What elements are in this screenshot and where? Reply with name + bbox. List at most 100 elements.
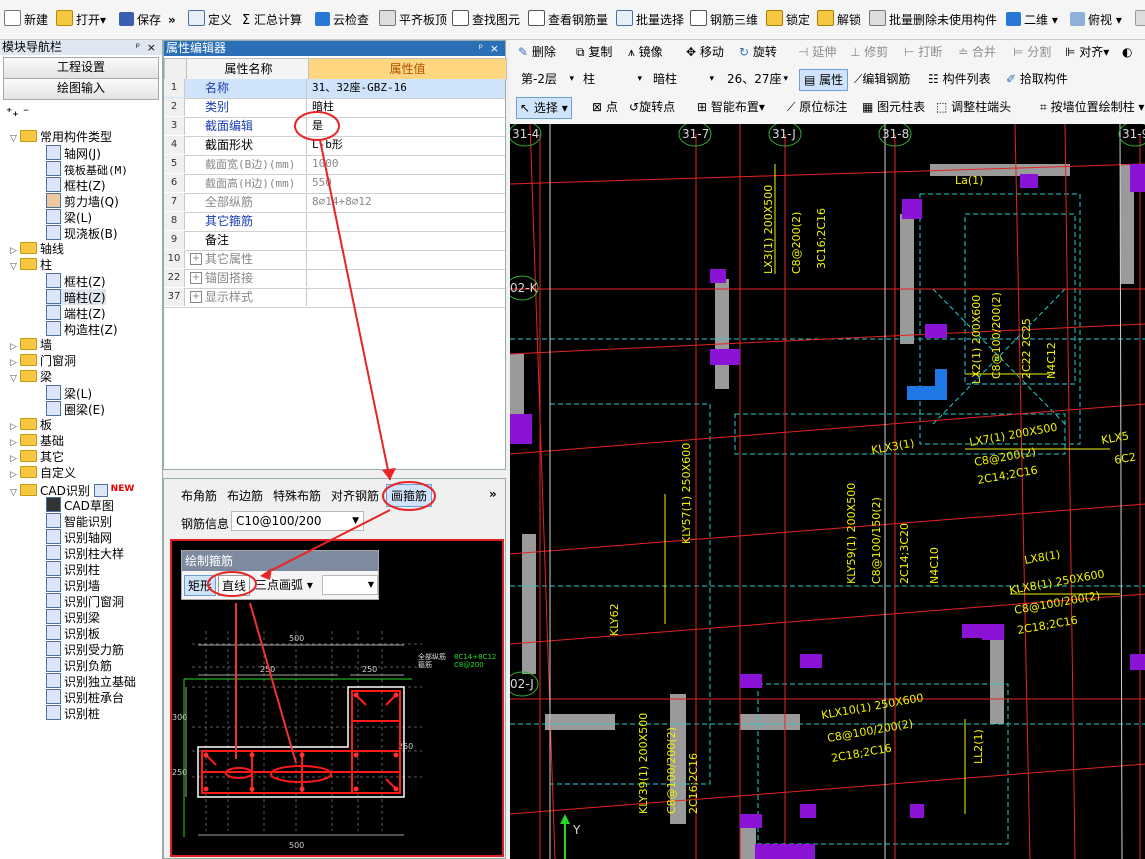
edit-rebar-button[interactable]: ⟋编辑钢筋 (854, 69, 910, 89)
property-row[interactable]: 8 其它箍筋 (164, 212, 505, 232)
tree-group-axis[interactable]: ▷ 轴线 (10, 241, 64, 257)
break-button[interactable]: ⊢ 打断 (904, 42, 942, 62)
copy-button[interactable]: ⧉ 复制 (576, 42, 612, 62)
tree-item-slab[interactable]: 现浇板(B) (46, 225, 118, 241)
rotate-button[interactable]: ↻ 旋转 (739, 42, 777, 62)
property-value[interactable]: 8⌀14+8⌀12 (310, 193, 505, 211)
select-dropdown[interactable]: ↖ 选择 ▾ (516, 97, 572, 119)
member-list-button[interactable]: ☷ 构件列表 (928, 69, 991, 89)
property-row[interactable]: 7 全部纵筋 8⌀14+8⌀12 (164, 193, 505, 213)
property-row[interactable]: 4 截面形状 L-b形 (164, 136, 505, 156)
align-dropdown[interactable]: ⊫ 对齐▾ (1065, 42, 1109, 62)
cloud-check-button[interactable]: 云检查 (315, 9, 369, 31)
tree-item-frame-col[interactable]: 框柱(Z) (46, 177, 106, 193)
tree-item-recog-pile[interactable]: 识别桩 (46, 705, 100, 721)
unlock-button[interactable]: 解锁 (817, 9, 861, 31)
adjust-col-end-button[interactable]: ⬚ 调整柱端头 (936, 97, 1011, 117)
tree-item-beam[interactable]: 梁(L) (46, 209, 92, 225)
tree-item-recog-neg-rebar[interactable]: 识别负筋 (46, 657, 112, 673)
smart-layout-dropdown[interactable]: ⊞ 智能布置▾ (697, 97, 765, 117)
tree-item-axis-grid[interactable]: 轴网(J) (46, 145, 101, 161)
property-value[interactable]: 31、32座-GBZ-16 (310, 79, 505, 97)
batch-select-button[interactable]: 批量选择 (616, 9, 684, 31)
property-row[interactable]: 10 + 其它属性 (164, 250, 505, 270)
trim-button[interactable]: ⊥ 修剪 (850, 42, 888, 62)
drawing-input-button[interactable]: 绘图输入 (3, 78, 159, 100)
lock-button[interactable]: 锁定 (766, 9, 810, 31)
tree-group-common[interactable]: ▽ 常用构件类型 (10, 129, 112, 145)
view-2d-dropdown[interactable]: 二维 ▾ (1006, 9, 1058, 31)
tree-expand-collapse-icons[interactable]: ⁺₊ ⁻ (6, 104, 29, 120)
tree-group-door-window[interactable]: ▷ 门窗洞 (10, 353, 76, 369)
property-value[interactable] (310, 288, 505, 306)
toolbar-overflow[interactable]: » (168, 9, 176, 31)
origin-mark-button[interactable]: ⟋ 原位标注 (787, 97, 847, 117)
member-type-select[interactable]: 柱 ▾ (578, 69, 646, 89)
define-button[interactable]: 定义 (188, 9, 232, 31)
property-row[interactable]: 22 + 锚固搭接 (164, 269, 505, 289)
tab-draw-stirrup[interactable]: 画箍筋 (386, 484, 433, 507)
tree-item-recog-slab[interactable]: 识别板 (46, 625, 100, 641)
flat-top-button[interactable]: 平齐板顶 (379, 9, 447, 31)
tree-group-other[interactable]: ▷ 其它 (10, 449, 64, 465)
property-value[interactable]: 是 (310, 117, 505, 135)
pin-icon[interactable]: ᵖ (136, 40, 140, 55)
tree-item-recog-beam[interactable]: 识别梁 (46, 609, 100, 625)
property-row[interactable]: 1 名称 31、32座-GBZ-16 (164, 79, 505, 99)
member-subtype-select[interactable]: 暗柱 ▾ (648, 69, 718, 89)
tree-item-recog-pile-cap[interactable]: 识别桩承台 (46, 689, 124, 705)
property-value[interactable]: 550 (310, 174, 505, 192)
member-select[interactable]: 26、27座 ▾ (722, 69, 792, 89)
stirrup-option-select[interactable]: ▼ (322, 575, 378, 595)
property-value[interactable]: L-b形 (310, 136, 505, 154)
tabs-overflow[interactable]: » (489, 487, 497, 501)
tree-item-recog-stress-rebar[interactable]: 识别受力筋 (46, 641, 124, 657)
property-value[interactable]: 1000 (310, 155, 505, 173)
tree-group-beam[interactable]: ▽ 梁 (10, 369, 52, 385)
extend-button[interactable]: ⊣ 延伸 (798, 42, 836, 62)
property-row[interactable]: 2 类别 暗柱 (164, 98, 505, 118)
open-button[interactable]: 打开▾ (56, 9, 106, 31)
tree-group-slab[interactable]: ▷ 板 (10, 417, 52, 433)
property-value[interactable] (310, 269, 505, 287)
tree-item-recog-isolated[interactable]: 识别独立基础 (46, 673, 136, 689)
close-icon[interactable]: × (147, 40, 156, 55)
tree-item-col-struct[interactable]: 构造柱(Z) (46, 321, 118, 337)
stirrup-line-button[interactable]: 直线 (218, 575, 251, 596)
property-value[interactable] (310, 212, 505, 230)
expand-icon[interactable]: + (190, 272, 202, 284)
tab-corner-rebar[interactable]: 布角筋 (181, 487, 217, 504)
element-table-button[interactable]: ▦ 图元柱表 (862, 97, 925, 117)
pin-icon[interactable]: ᵖ (479, 41, 483, 56)
property-row[interactable]: 9 备注 (164, 231, 505, 251)
extra-tool-icon[interactable]: ◐ (1122, 42, 1132, 62)
property-row[interactable]: 37 + 显示样式 (164, 288, 505, 308)
property-value[interactable] (310, 250, 505, 268)
tree-item-recog-col-detail[interactable]: 识别柱大样 (46, 545, 124, 561)
stirrup-drawing-canvas[interactable]: 500 250 250 300 250 500 250 全部纵筋 箍筋 8C14… (170, 539, 504, 857)
tab-special-rebar[interactable]: 特殊布筋 (273, 487, 321, 504)
project-settings-button[interactable]: 工程设置 (3, 57, 159, 79)
mirror-button[interactable]: ⩚ 镜像 (628, 42, 663, 62)
property-row[interactable]: 3 截面编辑是 (164, 117, 505, 137)
stirrup-arc-button[interactable]: 三点画弧 ▾ (255, 576, 313, 593)
rotate-point-button[interactable]: ↺旋转点 (629, 97, 675, 117)
point-button[interactable]: ⊠ 点 (592, 97, 618, 117)
stirrup-rect-button[interactable]: 矩形 (184, 575, 217, 596)
draw-by-wall-button[interactable]: ⌗ 按墙位置绘制柱 ▾ (1040, 97, 1144, 117)
property-row[interactable]: 6 截面高(H边)(mm) 550 (164, 174, 505, 194)
tree-item-raft[interactable]: 筏板基础(M) (46, 161, 128, 177)
property-row[interactable]: 5 截面宽(B边)(mm) 1000 (164, 155, 505, 175)
tree-item-recog-door[interactable]: 识别门窗洞 (46, 593, 124, 609)
new-button[interactable]: 新建 (4, 9, 48, 31)
close-icon[interactable]: × (490, 41, 499, 56)
pick-member-button[interactable]: ✐ 拾取构件 (1006, 69, 1068, 89)
merge-button[interactable]: ≐ 合并 (958, 42, 996, 62)
toolbar-extra-icon[interactable] (1135, 9, 1145, 31)
cad-viewport[interactable]: ✎ 删除 ⧉ 复制 ⩚ 镜像 ✥ 移动 ↻ 旋转 ⊣ 延伸 ⊥ 修剪 ⊢ 打断 … (510, 40, 1145, 859)
tab-align-rebar[interactable]: 对齐钢筋 (331, 487, 379, 504)
tree-item-recog-grid[interactable]: 识别轴网 (46, 529, 112, 545)
tree-item-col-frame[interactable]: 框柱(Z) (46, 273, 106, 289)
find-element-button[interactable]: 查找图元 (452, 9, 520, 31)
view-top-dropdown[interactable]: 俯视 ▾ (1070, 9, 1122, 31)
